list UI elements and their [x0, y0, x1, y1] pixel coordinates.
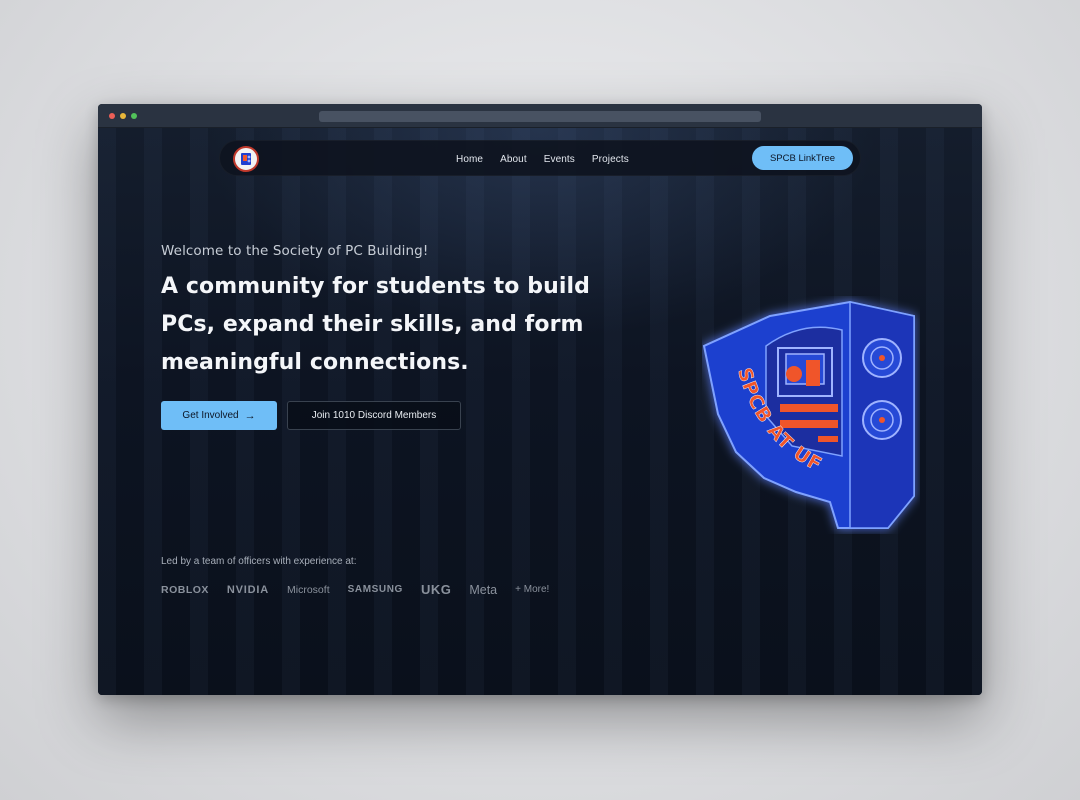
more-companies: + More! [515, 584, 550, 595]
spcb-logo-icon[interactable] [233, 146, 259, 172]
nvidia-logo: NVIDIA [226, 583, 270, 596]
roblox-logo: ROBLOX [161, 583, 209, 596]
headline-line: A community for students to build [161, 274, 590, 299]
minimize-window-icon[interactable] [120, 113, 126, 119]
headline-line: PCs, expand their skills, and form [161, 312, 584, 337]
join-discord-button[interactable]: Join 1010 Discord Members [287, 401, 461, 430]
get-involved-label: Get Involved [182, 410, 239, 421]
browser-chrome [98, 104, 982, 128]
nav-events[interactable]: Events [544, 154, 575, 165]
welcome-text: Welcome to the Society of PC Building! [161, 243, 429, 259]
samsung-logo: SAMSUNG [347, 584, 403, 595]
microsoft-logo: Microsoft [287, 583, 330, 596]
nav-about[interactable]: About [500, 154, 527, 165]
browser-window: Home About Events Projects SPCB LinkTree… [98, 104, 982, 695]
navbar: Home About Events Projects SPCB LinkTree [219, 140, 861, 176]
fan-icon [862, 338, 902, 378]
spcb-mascot-illustration: SPCB AT UF [702, 300, 915, 529]
ukg-logo: UKG [420, 582, 452, 597]
nav-home[interactable]: Home [456, 154, 483, 165]
page-viewport: Home About Events Projects SPCB LinkTree… [98, 128, 982, 695]
arrow-right-icon: → [244, 409, 256, 422]
nav-links: Home About Events Projects [456, 141, 646, 177]
officers-intro: Led by a team of officers with experienc… [161, 556, 357, 567]
close-window-icon[interactable] [109, 113, 115, 119]
nav-projects[interactable]: Projects [592, 154, 629, 165]
company-logos: ROBLOX NVIDIA Microsoft SAMSUNG UKG Meta… [161, 582, 567, 597]
headline-line: meaningful connections. [161, 350, 469, 375]
hero-headline: A community for students to build PCs, e… [161, 268, 631, 382]
linktree-button[interactable]: SPCB LinkTree [752, 146, 853, 170]
get-involved-button[interactable]: Get Involved → [161, 401, 277, 430]
address-bar[interactable] [319, 111, 761, 122]
meta-logo: Meta [469, 582, 498, 597]
maximize-window-icon[interactable] [131, 113, 137, 119]
